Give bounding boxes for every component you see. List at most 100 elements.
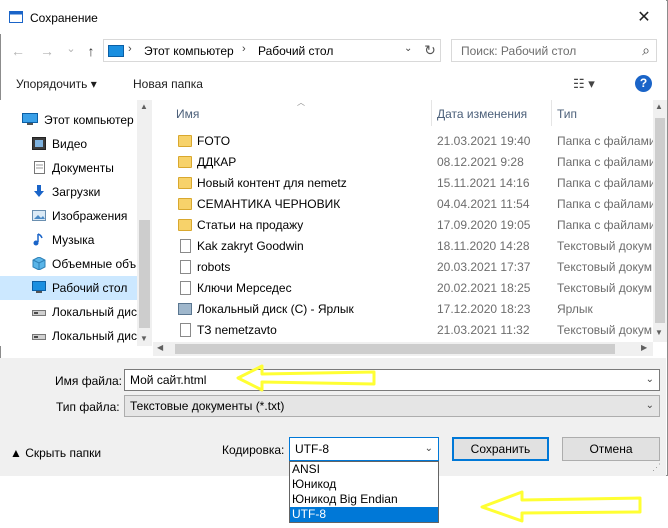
breadcrumb-separator: › bbox=[128, 43, 132, 55]
sidebar-item-music[interactable]: Музыка bbox=[0, 228, 137, 252]
encoding-select[interactable]: UTF-8 ⌄ bbox=[289, 437, 439, 461]
encoding-option-utf8[interactable]: UTF-8 bbox=[290, 507, 438, 522]
file-type: Папка с файлами bbox=[557, 134, 656, 148]
annotation-arrow-encoding bbox=[480, 490, 642, 523]
table-row[interactable]: ДДКАР 08.12.2021 9:28 Папка с файлами bbox=[153, 152, 656, 173]
breadcrumb-this-pc[interactable]: Этот компьютер bbox=[144, 44, 234, 58]
scroll-down-icon[interactable]: ▼ bbox=[140, 334, 148, 343]
file-date: 17.09.2020 19:05 bbox=[437, 218, 531, 232]
encoding-option-ansi[interactable]: ANSI bbox=[290, 462, 438, 477]
file-name: Новый контент для nemetz bbox=[197, 176, 347, 190]
search-input[interactable]: Поиск: Рабочий стол ⌕ bbox=[451, 39, 657, 62]
disk-icon bbox=[32, 305, 46, 318]
folder-icon bbox=[178, 219, 192, 231]
chevron-down-icon[interactable]: ⌄ bbox=[646, 374, 654, 385]
scroll-right-icon[interactable]: ▶ bbox=[641, 343, 647, 352]
encoding-option-unicode[interactable]: Юникод bbox=[290, 477, 438, 492]
file-name: Локальный диск (C) - Ярлык bbox=[197, 302, 354, 316]
forward-arrow-icon: → bbox=[40, 43, 54, 59]
scroll-left-icon[interactable]: ◀ bbox=[157, 343, 163, 352]
up-button[interactable]: ↑ bbox=[82, 42, 100, 60]
help-icon[interactable]: ? bbox=[635, 75, 652, 92]
cancel-button[interactable]: Отмена bbox=[562, 437, 660, 461]
sidebar-item-local-disk[interactable]: Локальный диск bbox=[0, 300, 137, 324]
save-button[interactable]: Сохранить bbox=[452, 437, 549, 461]
table-row[interactable]: ТЗ nemetzavto 21.03.2021 11:32 Текстовый д… bbox=[153, 320, 653, 341]
breadcrumb-desktop[interactable]: Рабочий стол bbox=[258, 44, 333, 58]
search-icon: ⌕ bbox=[642, 42, 650, 58]
file-date: 18.11.2020 14:28 bbox=[437, 239, 530, 253]
table-row[interactable]: СЕМАНТИКА ЧЕРНОВИК 04.04.2021 11:54 Папка … bbox=[153, 194, 656, 215]
sidebar-item-label: Этот компьютер bbox=[44, 113, 134, 127]
file-date: 20.03.2021 17:37 bbox=[437, 260, 531, 274]
sidebar-item-downloads[interactable]: Загрузки bbox=[0, 180, 137, 204]
encoding-option-unicode-big-endian[interactable]: Юникод Big Endian bbox=[290, 492, 438, 507]
column-header-date[interactable]: Дата изменения bbox=[437, 107, 527, 121]
recent-locations-button[interactable]: ⌄ bbox=[62, 40, 80, 58]
computer-icon bbox=[22, 113, 38, 126]
file-date: 20.02.2021 18:25 bbox=[437, 281, 531, 295]
sidebar-item-3d-objects[interactable]: Объемные объ bbox=[0, 252, 137, 276]
scroll-down-icon[interactable]: ▼ bbox=[655, 328, 663, 337]
resize-grip-icon[interactable]: ⋰ bbox=[652, 462, 661, 473]
new-folder-button[interactable]: Новая папка bbox=[133, 77, 203, 91]
computer-icon bbox=[108, 45, 124, 57]
file-type: Текстовый докум bbox=[557, 323, 652, 337]
text-file-icon bbox=[180, 260, 191, 274]
sidebar-item-label: Загрузки bbox=[52, 185, 101, 199]
hide-folders-button[interactable]: ▲ Скрыть папки bbox=[10, 446, 101, 460]
table-row[interactable]: robots 20.03.2021 17:37 Текстовый докум bbox=[153, 257, 653, 278]
scroll-up-icon[interactable]: ▲ bbox=[655, 102, 663, 111]
table-row[interactable]: Kak zakryt Goodwin 18.11.2020 14:28 Тексто… bbox=[153, 236, 653, 257]
scrollbar-thumb[interactable] bbox=[139, 220, 150, 328]
text-file-icon bbox=[180, 239, 191, 253]
refresh-button[interactable]: ↻ bbox=[421, 41, 439, 59]
file-date: 17.12.2020 18:23 bbox=[437, 302, 531, 316]
file-date: 15.11.2021 14:16 bbox=[437, 176, 530, 190]
address-dropdown-icon[interactable]: ⌄ bbox=[404, 43, 412, 54]
filename-input[interactable]: Мой сайт.html ⌄ bbox=[124, 369, 660, 391]
sidebar-item-pictures[interactable]: Изображения bbox=[0, 204, 137, 228]
file-list-vertical-scrollbar[interactable]: ▲ ▼ bbox=[653, 100, 667, 342]
sidebar-item-label: Документы bbox=[52, 161, 114, 175]
sidebar-item-video[interactable]: Видео bbox=[0, 132, 137, 156]
scroll-up-icon[interactable]: ▲ bbox=[140, 102, 148, 111]
file-name: ДДКАР bbox=[197, 155, 237, 169]
music-icon bbox=[32, 233, 46, 246]
forward-button[interactable]: → bbox=[38, 42, 56, 60]
filetype-select[interactable]: Текстовые документы (*.txt) ⌄ bbox=[124, 395, 660, 417]
back-button[interactable]: ← bbox=[9, 42, 27, 60]
file-type: Папка с файлами bbox=[557, 197, 656, 211]
sidebar-scrollbar[interactable]: ▲ ▼ bbox=[137, 100, 152, 346]
column-divider[interactable] bbox=[551, 100, 552, 126]
close-button[interactable]: ✕ bbox=[634, 9, 654, 27]
table-row[interactable]: FOTO 21.03.2021 19:40 Папка с файлами bbox=[153, 131, 656, 152]
scrollbar-thumb[interactable] bbox=[655, 118, 665, 323]
table-row[interactable]: Ключи Мерседес 20.02.2021 18:25 Текстовый … bbox=[153, 278, 653, 299]
file-list-horizontal-scrollbar[interactable]: ◀ ▶ bbox=[153, 342, 653, 356]
column-header-type[interactable]: Тип bbox=[557, 107, 577, 121]
file-name: Статьи на продажу bbox=[197, 218, 304, 232]
sidebar-item-this-pc[interactable]: Этот компьютер bbox=[0, 108, 137, 132]
address-bar[interactable]: › Этот компьютер › Рабочий стол bbox=[103, 39, 441, 62]
file-date: 04.04.2021 11:54 bbox=[437, 197, 530, 211]
table-row[interactable]: Локальный диск (C) - Ярлык 17.12.2020 18:… bbox=[153, 299, 653, 320]
file-type: Текстовый докум bbox=[557, 260, 652, 274]
downloads-icon bbox=[32, 185, 46, 198]
column-header-name[interactable]: Имя bbox=[176, 107, 199, 121]
folder-icon bbox=[178, 177, 192, 189]
column-divider[interactable] bbox=[431, 100, 432, 126]
table-row[interactable]: Статьи на продажу 17.09.2020 19:05 Папка с… bbox=[153, 215, 656, 236]
filename-label: Имя файла: bbox=[55, 374, 122, 388]
sidebar-item-documents[interactable]: Документы bbox=[0, 156, 137, 180]
scrollbar-thumb[interactable] bbox=[175, 344, 615, 354]
sidebar-item-desktop[interactable]: Рабочий стол bbox=[0, 276, 137, 300]
view-options-icon[interactable]: ☷ ▾ bbox=[573, 76, 595, 92]
file-type: Текстовый докум bbox=[557, 281, 652, 295]
organize-menu[interactable]: Упорядочить ▾ bbox=[16, 77, 97, 91]
search-placeholder: Поиск: Рабочий стол bbox=[461, 44, 577, 58]
chevron-down-icon: ⌄ bbox=[66, 43, 76, 55]
sidebar-item-local-disk[interactable]: Локальный диск bbox=[0, 324, 137, 348]
documents-icon bbox=[32, 161, 46, 174]
table-row[interactable]: Новый контент для nemetz 15.11.2021 14:16… bbox=[153, 173, 656, 194]
